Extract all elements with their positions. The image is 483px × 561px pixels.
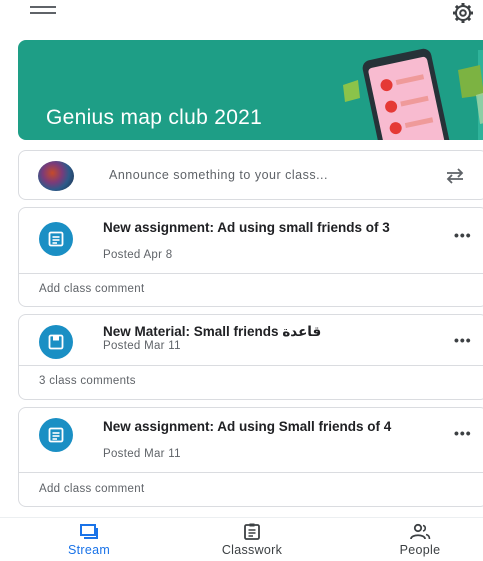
nav-people[interactable]: People (380, 523, 460, 557)
class-comment-link[interactable]: Add class comment (39, 483, 144, 495)
stream-post[interactable]: New assignment: Ad using small friends o… (18, 207, 483, 307)
divider (19, 365, 483, 366)
nav-classwork-label: Classwork (221, 543, 283, 557)
assignment-icon (39, 418, 73, 452)
top-bar (0, 0, 483, 36)
stream-icon (80, 524, 98, 539)
settings-gear-icon[interactable] (451, 1, 475, 25)
post-title: New Material: Small friends قاعدة (103, 324, 322, 339)
stream-post[interactable]: New assignment: Ad using Small friends o… (18, 407, 483, 507)
more-options-icon[interactable]: ••• (454, 228, 476, 242)
divider (19, 472, 483, 473)
nav-classwork[interactable]: Classwork (202, 523, 302, 557)
stream-post[interactable]: New Material: Small friends قاعدة Posted… (18, 314, 483, 400)
user-avatar (38, 161, 74, 191)
assignment-icon (39, 222, 73, 256)
announce-placeholder[interactable]: Announce something to your class... (109, 168, 328, 182)
class-banner[interactable]: Genius map club 2021 (18, 40, 483, 140)
post-date: Posted Mar 11 (103, 448, 181, 460)
nav-people-label: People (399, 543, 441, 557)
announce-box[interactable]: Announce something to your class... (18, 150, 483, 200)
post-date: Posted Apr 8 (103, 249, 173, 261)
material-icon (39, 325, 73, 359)
people-icon (410, 523, 431, 540)
class-comment-link[interactable]: 3 class comments (39, 375, 136, 387)
phone-illustration (343, 48, 483, 140)
nav-stream-label: Stream (67, 543, 111, 557)
more-options-icon[interactable]: ••• (454, 333, 476, 347)
class-title: Genius map club 2021 (46, 106, 263, 129)
classwork-icon (244, 523, 260, 540)
menu-icon[interactable] (30, 6, 56, 20)
post-title: New assignment: Ad using Small friends o… (103, 419, 392, 434)
class-comment-link[interactable]: Add class comment (39, 283, 144, 295)
post-title: New assignment: Ad using small friends o… (103, 220, 390, 235)
nav-stream[interactable]: Stream (56, 523, 122, 557)
more-options-icon[interactable]: ••• (454, 426, 476, 440)
bottom-navigation: Stream Classwork People (0, 517, 483, 561)
repost-icon[interactable] (444, 165, 466, 187)
divider (19, 273, 483, 274)
post-date: Posted Mar 11 (103, 340, 181, 352)
